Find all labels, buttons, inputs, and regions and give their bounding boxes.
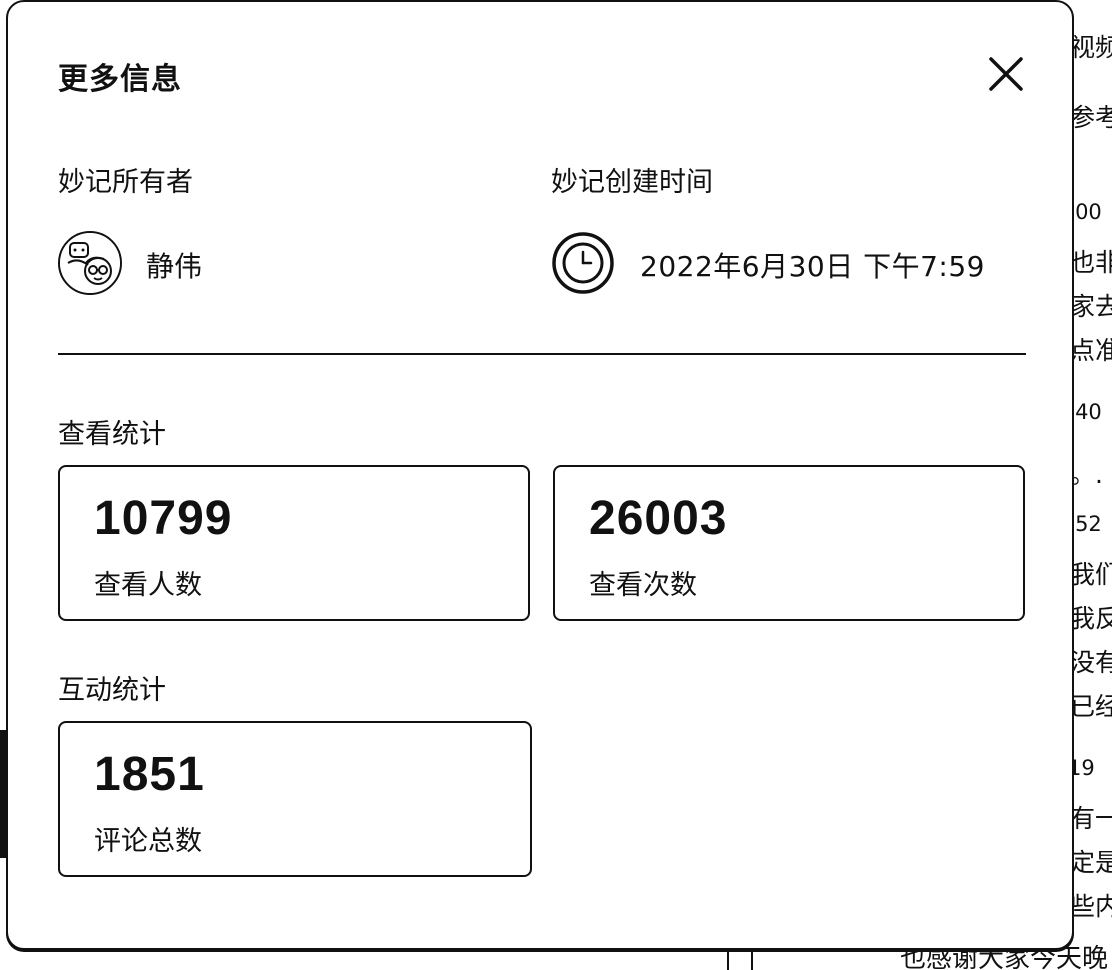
bg-text-line: 我反 bbox=[1070, 604, 1112, 633]
bg-text-line: 我们 bbox=[1070, 560, 1112, 589]
bg-timestamp: 19 bbox=[1068, 756, 1095, 780]
stat-card-viewers: 10799 查看人数 bbox=[58, 465, 530, 621]
bg-text-line: 没有 bbox=[1070, 648, 1112, 677]
bg-text-line: 也非 bbox=[1070, 248, 1112, 277]
views-label: 查看次数 bbox=[589, 570, 697, 601]
stat-card-views: 26003 查看次数 bbox=[553, 465, 1025, 621]
bg-text-line: 些内 bbox=[1070, 892, 1112, 921]
viewers-count: 10799 bbox=[94, 492, 233, 545]
bg-timestamp: :52 bbox=[1068, 512, 1102, 536]
bg-timestamp: :00 bbox=[1068, 200, 1102, 224]
bg-text-line: 参考 bbox=[1070, 103, 1112, 132]
bg-text-line: 有一 bbox=[1070, 804, 1112, 833]
bg-text-line: 点准 bbox=[1070, 336, 1112, 365]
bg-text-line: 家去 bbox=[1070, 292, 1112, 321]
bg-text-line: 视频 bbox=[1070, 33, 1112, 62]
interaction-stats-title: 互动统计 bbox=[58, 675, 166, 706]
avatar bbox=[58, 231, 122, 295]
owner-label: 妙记所有者 bbox=[58, 167, 193, 198]
created-time-label: 妙记创建时间 bbox=[551, 167, 713, 198]
dialog-title: 更多信息 bbox=[58, 62, 182, 97]
views-count: 26003 bbox=[589, 492, 728, 545]
bg-text-line: 定是 bbox=[1070, 848, 1112, 877]
bg-timestamp: :40 bbox=[1068, 400, 1102, 424]
close-button[interactable] bbox=[986, 54, 1026, 94]
clock-icon bbox=[551, 231, 615, 295]
comments-label: 评论总数 bbox=[94, 826, 202, 857]
stat-card-comments: 1851 评论总数 bbox=[58, 721, 532, 877]
more-info-dialog: 更多信息 妙记所有者 妙记创建时间 静伟 2022年6月30日 下午7:59 查… bbox=[6, 0, 1074, 950]
comments-count: 1851 bbox=[94, 748, 205, 801]
bg-text-line: 已经 bbox=[1070, 692, 1112, 721]
created-time-value: 2022年6月30日 下午7:59 bbox=[640, 250, 985, 283]
bg-scroll-handle bbox=[727, 948, 753, 970]
viewers-label: 查看人数 bbox=[94, 570, 202, 601]
view-stats-title: 查看统计 bbox=[58, 419, 166, 450]
avatar-cartoon-image bbox=[60, 233, 120, 293]
divider bbox=[58, 353, 1026, 355]
bg-text-line: 。. bbox=[1070, 460, 1103, 489]
close-icon bbox=[989, 57, 1023, 91]
owner-name: 静伟 bbox=[146, 250, 203, 283]
